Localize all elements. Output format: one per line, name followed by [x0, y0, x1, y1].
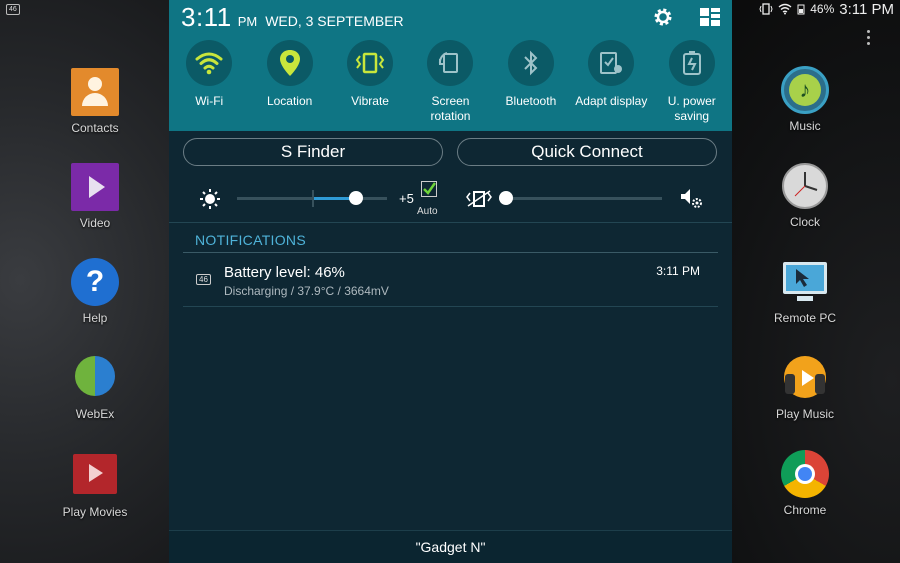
toggle-screen-rotation[interactable]: Screen rotation [410, 40, 490, 124]
app-label: Clock [789, 215, 820, 229]
status-time: 3:11 PM [839, 0, 894, 18]
screen-rotation-icon [427, 40, 474, 86]
chrome-icon [781, 450, 829, 498]
toggle-vibrate[interactable]: Vibrate [330, 40, 410, 124]
bluetooth-icon [507, 40, 554, 86]
brightness-icon [200, 189, 220, 209]
help-icon: ? [71, 258, 119, 306]
toggle-label: Wi-Fi [195, 94, 224, 108]
app-contacts[interactable]: Contacts [40, 68, 150, 135]
toggle-location[interactable]: Location [249, 40, 329, 124]
vibrate-icon [347, 40, 394, 86]
toggle-label: Screen rotation [430, 94, 471, 123]
app-label: WebEx [75, 407, 115, 421]
app-clock[interactable]: Clock [750, 162, 860, 229]
notification-title: Battery level: 46% [224, 264, 345, 281]
slider-row: +5 Auto [169, 178, 732, 218]
clock-date: WED, 3 SEPTEMBER [265, 13, 404, 29]
quick-settings-header: 3:11 PM WED, 3 SEPTEMBER Wi-Fi Location … [169, 0, 732, 131]
contacts-icon [71, 68, 119, 116]
app-label: Chrome [783, 503, 827, 517]
clock-ampm: PM [237, 14, 258, 29]
music-icon: ♪ [781, 66, 829, 114]
brightness-slider[interactable] [237, 190, 387, 207]
settings-gear-icon[interactable] [652, 6, 674, 28]
wifi-icon [186, 40, 233, 86]
toggle-bluetooth[interactable]: Bluetooth [491, 40, 571, 124]
play-music-icon [781, 354, 829, 402]
adapt-display-icon [588, 40, 635, 86]
edit-grid-icon[interactable] [699, 6, 721, 28]
divider [169, 222, 732, 223]
app-label: Play Music [775, 407, 834, 421]
wifi-icon [778, 3, 792, 15]
video-icon [71, 163, 119, 211]
vibrate-icon [759, 3, 773, 15]
toggle-label: Bluetooth [505, 94, 557, 108]
app-play-music[interactable]: Play Music [750, 354, 860, 421]
location-pin-icon [266, 40, 313, 86]
notifications-header: NOTIFICATIONS [195, 232, 306, 248]
app-label: Video [79, 216, 111, 230]
toggle-label: Adapt display [575, 94, 648, 108]
app-webex[interactable]: WebEx [40, 354, 150, 421]
status-battery-badge: 46 [6, 4, 20, 15]
app-label: Play Movies [62, 505, 128, 519]
panel-pill-buttons: S Finder Quick Connect [183, 138, 717, 166]
toggle-label: Vibrate [351, 94, 389, 108]
s-finder-button[interactable]: S Finder [183, 138, 443, 166]
battery-icon: 46 [196, 274, 211, 285]
brightness-value: +5 [399, 191, 414, 206]
app-label: Remote PC [773, 311, 837, 325]
checkmark-icon [423, 182, 437, 195]
notification-panel: 3:11 PM WED, 3 SEPTEMBER Wi-Fi Location … [169, 0, 732, 563]
app-chrome[interactable]: Chrome [750, 450, 860, 517]
divider [183, 252, 718, 253]
app-label: Contacts [71, 121, 119, 135]
screen: 46 46% 3:11 PM Contacts Video ? Help Web… [0, 0, 900, 563]
remote-pc-icon [781, 258, 829, 306]
overflow-menu-icon[interactable] [866, 30, 872, 48]
play-movies-icon [71, 452, 119, 500]
notification-subtitle: Discharging / 37.9°C / 3664mV [224, 284, 389, 298]
brightness-knob[interactable] [349, 191, 363, 205]
app-label: Help [82, 311, 108, 325]
quick-connect-button[interactable]: Quick Connect [457, 138, 717, 166]
sound-settings-icon[interactable] [679, 187, 703, 209]
app-play-movies[interactable]: Play Movies [40, 452, 150, 519]
toggle-label: Location [266, 94, 313, 108]
volume-knob[interactable] [499, 191, 513, 205]
quick-toggles: Wi-Fi Location Vibrate Screen rotation B… [169, 40, 732, 124]
webex-icon [71, 354, 119, 402]
app-music[interactable]: ♪ Music [750, 66, 860, 133]
app-remote-pc[interactable]: Remote PC [750, 258, 860, 325]
auto-label: Auto [417, 206, 438, 217]
battery-notification[interactable]: 46 Battery level: 46% Discharging / 37.9… [183, 254, 718, 306]
clock-icon [781, 162, 829, 210]
auto-brightness-checkbox[interactable] [421, 181, 437, 197]
notification-time: 3:11 PM [656, 264, 700, 278]
status-battery-percent: 46% [810, 2, 835, 16]
clock-time: 3:11 [181, 2, 232, 32]
toggle-wifi[interactable]: Wi-Fi [169, 40, 249, 124]
app-help[interactable]: ? Help [40, 258, 150, 325]
panel-clock: 3:11 PM WED, 3 SEPTEMBER [181, 2, 404, 33]
brightness-center-mark [312, 190, 314, 207]
toggle-label: U. power saving [667, 94, 716, 123]
toggle-ultra-power-saving[interactable]: U. power saving [652, 40, 732, 124]
volume-track [499, 197, 662, 200]
signal-icon [797, 4, 805, 15]
power-saving-icon [668, 40, 715, 86]
app-video[interactable]: Video [40, 163, 150, 230]
divider [183, 306, 718, 307]
operator-name: "Gadget N" [169, 530, 732, 563]
volume-slider[interactable] [499, 190, 662, 206]
vibrate-mode-icon [466, 190, 492, 207]
app-label: Music [789, 119, 821, 133]
toggle-adapt-display[interactable]: Adapt display [571, 40, 651, 124]
status-bar: 46% 3:11 PM [759, 0, 894, 18]
